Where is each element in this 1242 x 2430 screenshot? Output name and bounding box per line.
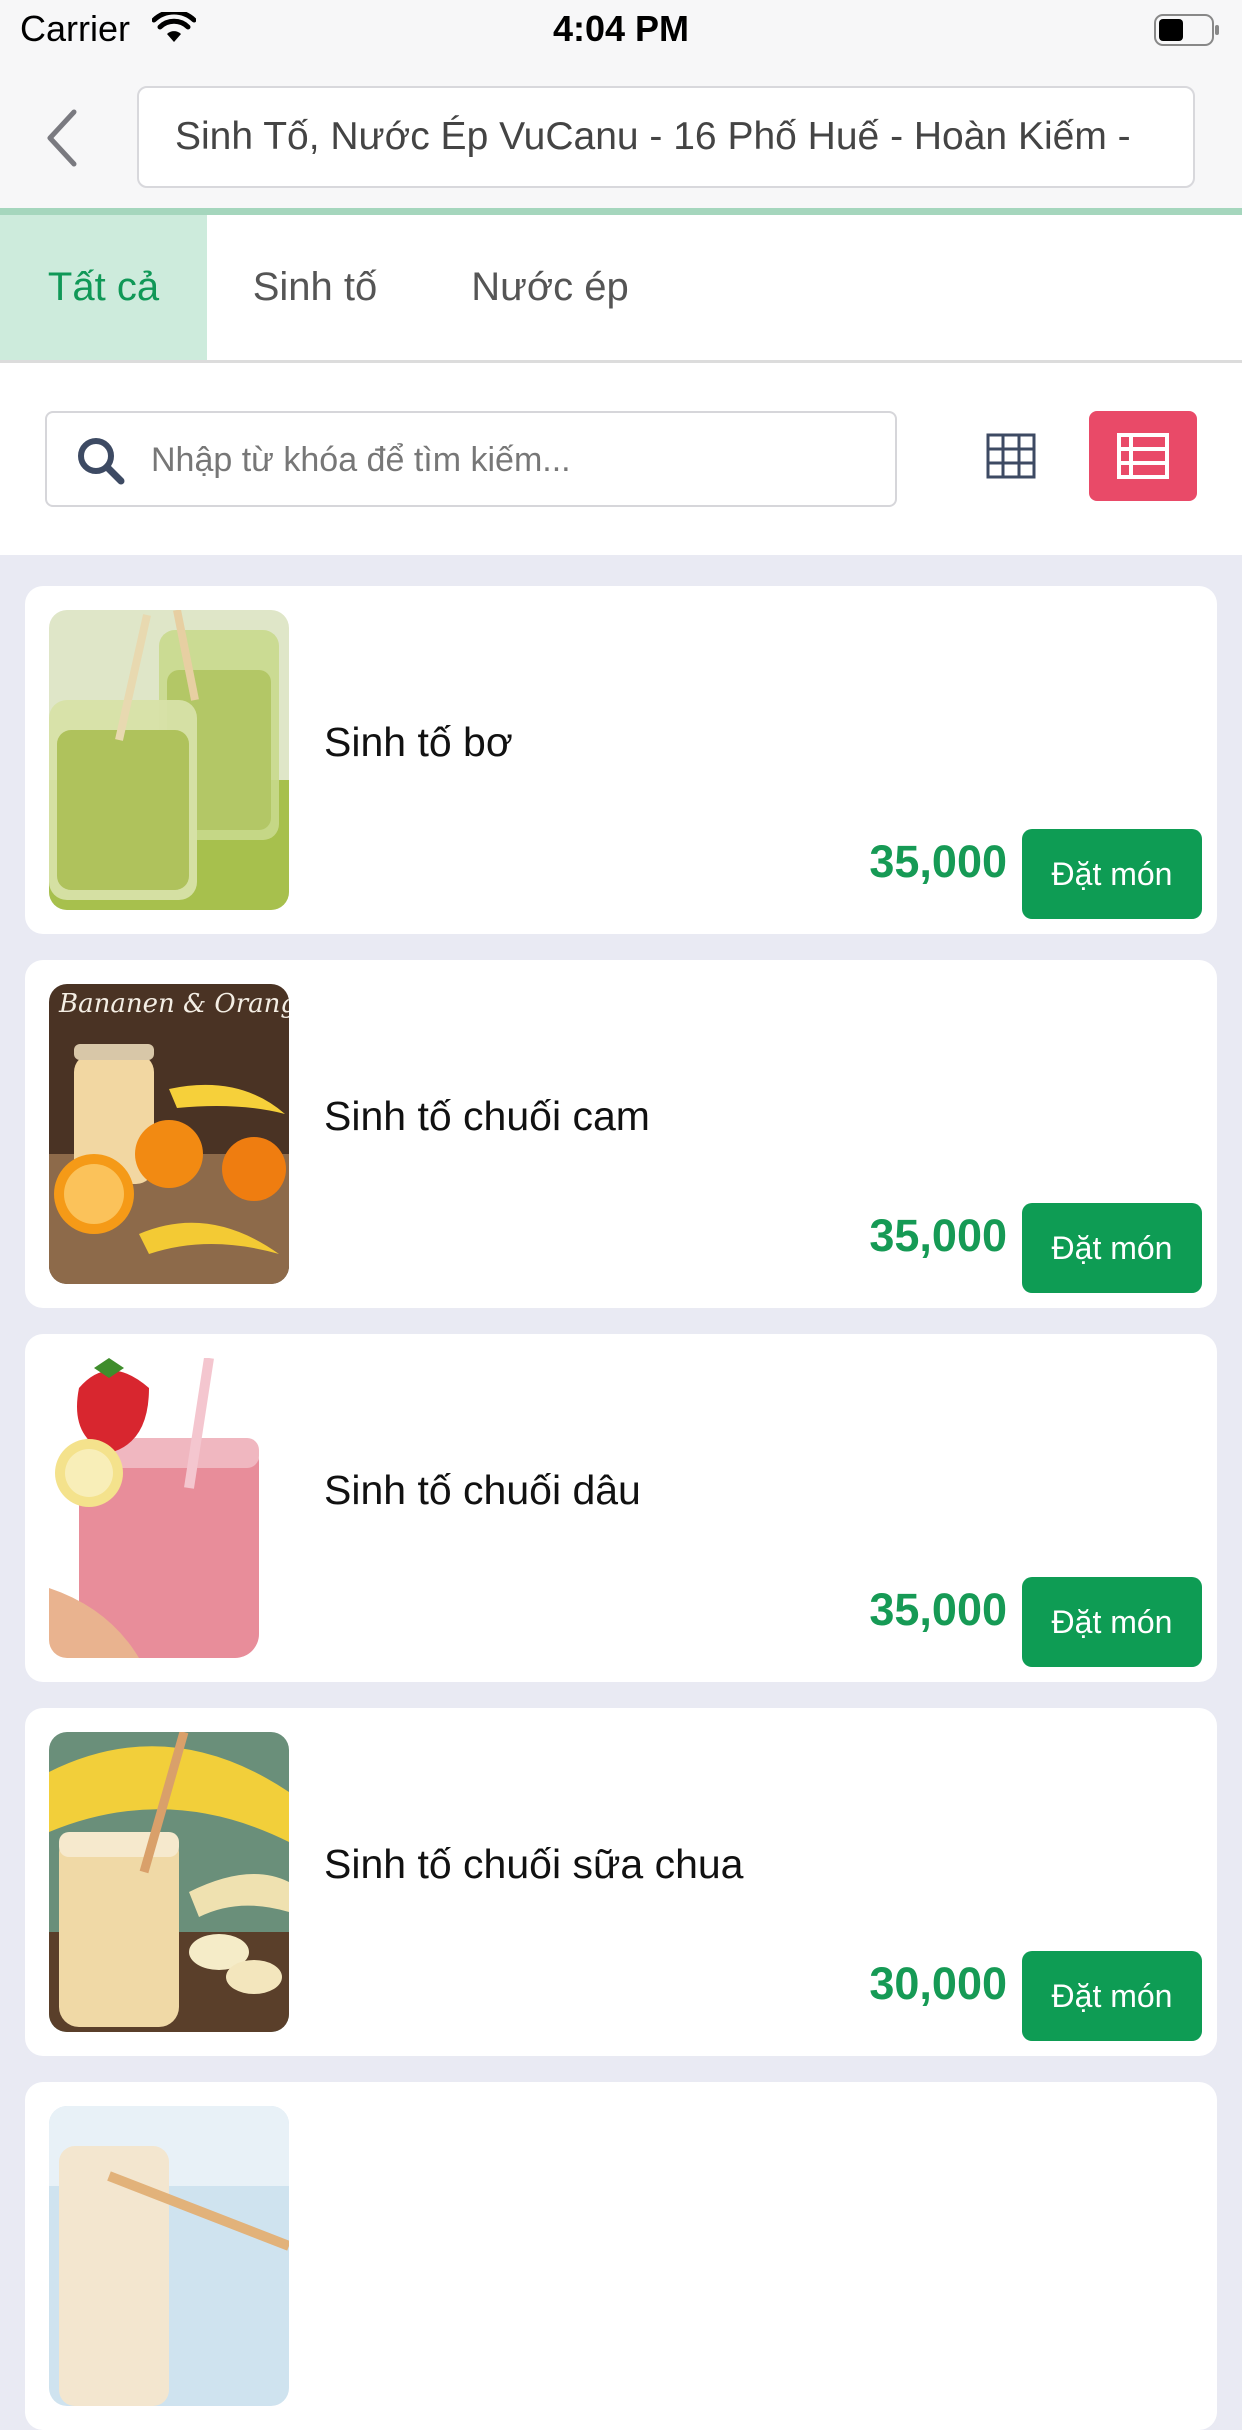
list-item[interactable] [25,2082,1217,2430]
product-price: 35,000 [869,1584,1007,1635]
search-field [45,411,897,507]
category-tabs: Tất cả Sinh tố Nước ép [0,215,1242,363]
store-title: Sinh Tố, Nước Ép VuCanu - 16 Phố Huế - H… [137,86,1195,188]
tab-all[interactable]: Tất cả [0,215,207,360]
tab-smoothie[interactable]: Sinh tố [220,215,410,360]
product-price: 35,000 [869,836,1007,887]
product-image-banana-orange-smoothie: Bananen & Orangen Smoothie [49,984,289,1284]
search-toolbar [0,363,1242,555]
header-divider [0,208,1242,215]
back-button[interactable] [40,104,90,174]
list-icon [1117,433,1169,479]
list-view-button[interactable] [1089,411,1197,501]
order-button[interactable]: Đặt món [1022,829,1202,919]
grid-view-button[interactable] [972,411,1050,501]
navigation-bar: Sinh Tố, Nước Ép VuCanu - 16 Phố Huế - H… [0,64,1242,208]
product-image-avocado-smoothie [49,610,289,910]
tab-juice[interactable]: Nước ép [440,215,660,360]
grid-icon [986,433,1036,479]
order-button[interactable]: Đặt món [1022,1203,1202,1293]
image-caption: Bananen & Orangen Smoothie [58,989,289,1019]
search-input[interactable] [149,431,873,489]
product-name: Sinh tố chuối dâu [324,1467,641,1513]
product-name: Sinh tố chuối cam [324,1093,650,1139]
battery-icon [1154,14,1220,46]
list-item[interactable]: Bananen & Orangen Smoothie Sinh tố chuối… [25,960,1217,1308]
product-image-banana-yogurt-smoothie [49,1732,289,2032]
list-item[interactable]: Sinh tố chuối dâu 35,000 Đặt món [25,1334,1217,1682]
search-icon [75,435,127,492]
product-name: Sinh tố bơ [324,719,513,765]
list-item[interactable]: Sinh tố chuối sữa chua 30,000 Đặt món [25,1708,1217,2056]
chevron-left-icon [47,109,77,167]
clock: 4:04 PM [552,8,690,49]
order-button[interactable]: Đặt món [1022,1951,1202,2041]
product-image-strawberry-banana-smoothie [49,1358,289,1658]
product-image-partial [49,2106,289,2406]
product-name: Sinh tố chuối sữa chua [324,1841,744,1887]
order-button[interactable]: Đặt món [1022,1577,1202,1667]
product-price: 35,000 [869,1210,1007,1261]
status-bar: Carrier 4:04 PM [0,0,1242,64]
list-item[interactable]: Sinh tố bơ 35,000 Đặt món [25,586,1217,934]
product-price: 30,000 [869,1958,1007,2009]
